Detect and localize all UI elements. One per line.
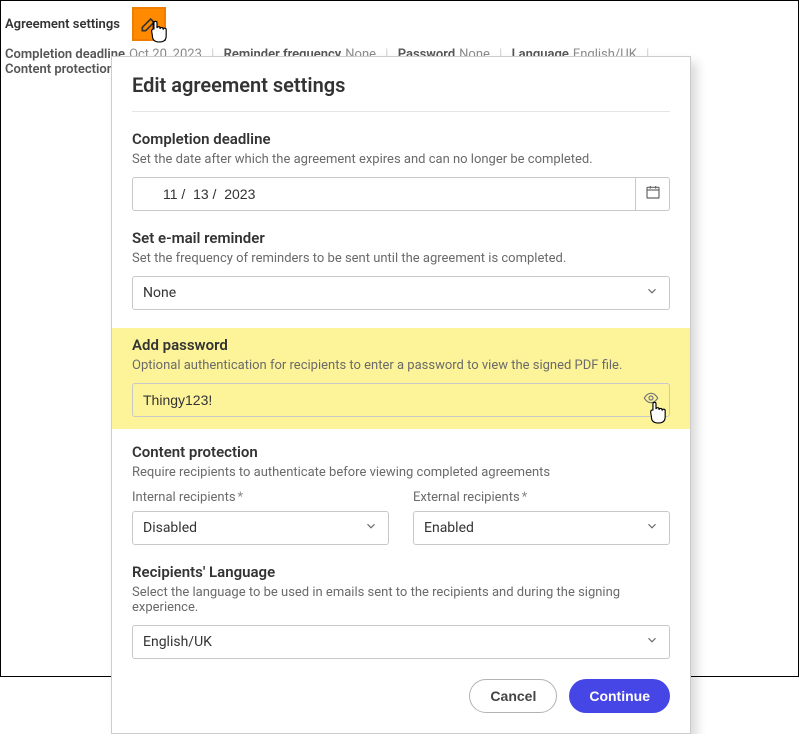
- chevron-down-icon: [645, 519, 659, 537]
- language-section-label: Recipients' Language: [132, 563, 670, 581]
- edit-settings-button[interactable]: [132, 7, 166, 41]
- edit-agreement-settings-modal: Edit agreement settings Completion deadl…: [111, 56, 691, 734]
- calendar-icon: [645, 184, 661, 204]
- password-section-label: Add password: [132, 336, 670, 354]
- calendar-button[interactable]: [636, 177, 670, 211]
- modal-title: Edit agreement settings: [132, 73, 670, 97]
- page-title: Agreement settings: [5, 17, 120, 32]
- cancel-button[interactable]: Cancel: [469, 679, 557, 713]
- required-asterisk: *: [522, 490, 528, 505]
- cursor-pointer-icon: [146, 19, 168, 49]
- reminder-section-desc: Set the frequency of reminders to be sen…: [132, 251, 670, 266]
- deadline-section-desc: Set the date after which the agreement e…: [132, 152, 670, 167]
- chevron-down-icon: [364, 519, 378, 537]
- language-select-value: English/UK: [143, 634, 212, 650]
- external-recipients-select[interactable]: Enabled: [413, 511, 670, 545]
- password-section-desc: Optional authentication for recipients t…: [132, 358, 670, 373]
- external-recipients-label: External recipients*: [413, 490, 670, 505]
- deadline-meta-label: Completion deadline: [5, 47, 125, 62]
- chevron-down-icon: [645, 284, 659, 302]
- internal-recipients-value: Disabled: [143, 520, 197, 536]
- internal-recipients-select[interactable]: Disabled: [132, 511, 389, 545]
- deadline-date-input[interactable]: [132, 177, 636, 211]
- deadline-section-label: Completion deadline: [132, 130, 670, 148]
- reminder-select[interactable]: None: [132, 276, 670, 310]
- reminder-section-label: Set e-mail reminder: [132, 229, 670, 247]
- continue-button[interactable]: Continue: [569, 679, 670, 713]
- password-input[interactable]: [143, 392, 643, 408]
- protection-section-label: Content protection: [132, 443, 670, 461]
- internal-recipients-label: Internal recipients*: [132, 490, 389, 505]
- language-section-desc: Select the language to be used in emails…: [132, 585, 670, 615]
- reminder-select-value: None: [143, 285, 176, 301]
- protection-section-desc: Require recipients to authenticate befor…: [132, 465, 670, 480]
- required-asterisk: *: [238, 490, 244, 505]
- chevron-down-icon: [645, 633, 659, 651]
- cursor-pointer-icon: [645, 400, 667, 430]
- protection-meta-label: Content protection: [5, 62, 114, 77]
- language-select[interactable]: English/UK: [132, 625, 670, 659]
- external-recipients-value: Enabled: [424, 520, 474, 536]
